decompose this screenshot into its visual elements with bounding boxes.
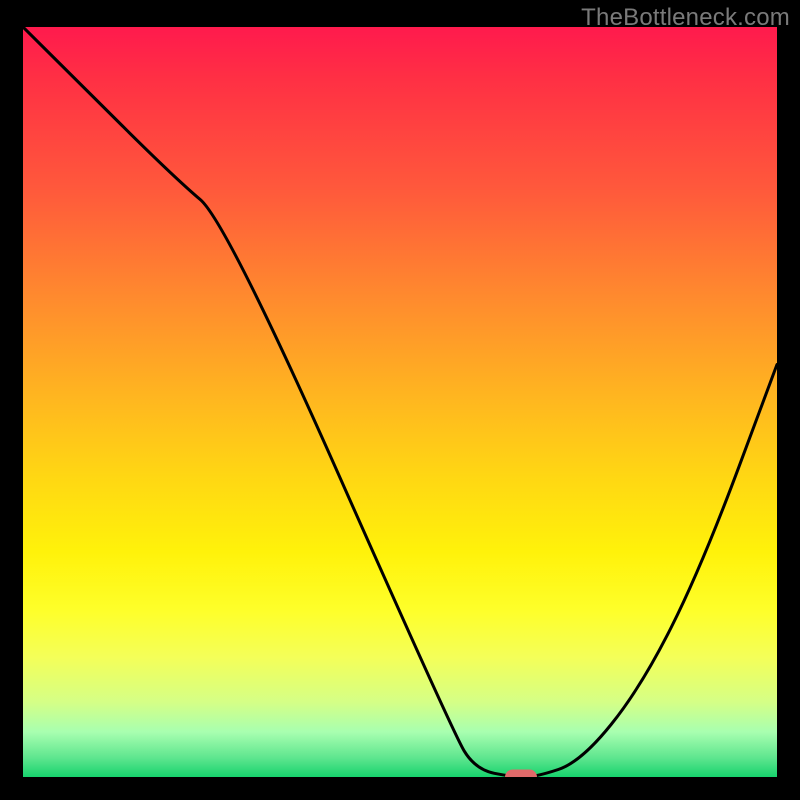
optimal-marker [505,770,537,778]
bottleneck-curve-svg [23,27,777,777]
chart-frame: TheBottleneck.com [0,0,800,800]
bottleneck-curve [23,27,777,777]
plot-area [23,27,777,777]
watermark-text: TheBottleneck.com [581,4,790,32]
